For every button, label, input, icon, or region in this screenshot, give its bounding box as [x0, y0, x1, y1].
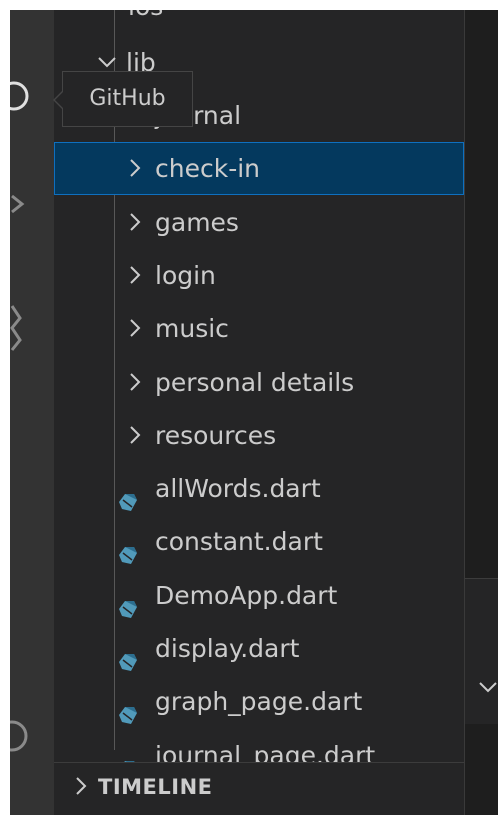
- folder-label: login: [155, 260, 216, 290]
- file-label: allWords.dart: [155, 474, 321, 504]
- dart-file-icon: [117, 478, 139, 512]
- file-label: DemoApp.dart: [155, 580, 338, 610]
- folder-label: resources: [155, 420, 277, 450]
- folder-item[interactable]: resources: [54, 409, 464, 462]
- tooltip-arrow: [55, 91, 64, 109]
- chevron-down-icon[interactable]: [477, 676, 498, 698]
- folder-label: check-in: [155, 154, 261, 184]
- file-item[interactable]: graph_page.dart: [54, 675, 464, 728]
- vscode-window: ios lib journalcheck-ingamesloginmusicpe…: [10, 10, 498, 815]
- folder-item[interactable]: login: [54, 249, 464, 302]
- github-tooltip: GitHub: [53, 71, 193, 127]
- chevron-right-icon: [124, 302, 146, 355]
- chevron-right-icon: [124, 249, 146, 302]
- folder-label: games: [155, 207, 239, 237]
- dart-file-icon: [117, 585, 139, 618]
- chevron-right-icon: [76, 777, 87, 795]
- chevron-right-icon: [124, 409, 146, 462]
- account-icon[interactable]: [10, 714, 54, 758]
- file-item[interactable]: DemoApp.dart: [54, 569, 464, 622]
- dart-file-icon: [117, 691, 139, 725]
- source-control-icon[interactable]: [10, 302, 54, 351]
- chevron-right-icon: [124, 356, 146, 409]
- run-debug-icon[interactable]: [10, 182, 54, 226]
- file-item[interactable]: constant.dart: [54, 515, 464, 568]
- folder-item[interactable]: music: [54, 302, 464, 355]
- folder-label: personal details: [155, 367, 355, 397]
- panel-band: [465, 578, 498, 724]
- folder-item[interactable]: personal details: [54, 356, 464, 409]
- explorer-panel: ios lib journalcheck-ingamesloginmusicpe…: [54, 10, 464, 815]
- activity-bar: [10, 10, 54, 815]
- file-label: display.dart: [155, 634, 300, 663]
- folder-item[interactable]: games: [54, 196, 464, 249]
- folder-item[interactable]: check-in: [54, 142, 464, 196]
- editor-area: [464, 10, 498, 815]
- file-item[interactable]: allWords.dart: [54, 462, 464, 515]
- file-label: graph_page.dart: [155, 687, 363, 717]
- file-label: constant.dart: [155, 527, 323, 557]
- dart-file-icon: [117, 638, 139, 671]
- timeline-section[interactable]: TIMELINE: [54, 762, 464, 815]
- dart-file-icon: [117, 531, 139, 565]
- timeline-label: TIMELINE: [98, 775, 213, 799]
- tooltip-text: GitHub: [89, 86, 166, 111]
- github-icon[interactable]: [10, 74, 54, 118]
- folder-ios-label[interactable]: ios: [128, 10, 163, 21]
- chevron-right-icon: [124, 142, 146, 195]
- folder-label: music: [155, 314, 229, 344]
- file-item[interactable]: display.dart: [54, 622, 464, 675]
- chevron-right-icon: [124, 196, 146, 249]
